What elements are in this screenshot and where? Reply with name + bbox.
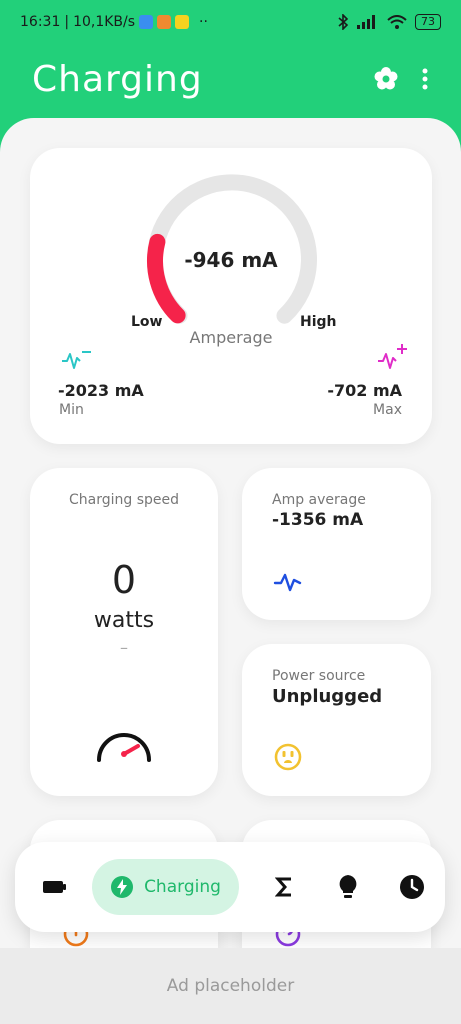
sigma-icon [274,877,291,897]
battery-icon [42,881,66,893]
min-amperage-value: -2023 mA [58,381,144,400]
more-options-icon[interactable] [421,67,429,91]
ad-placeholder[interactable]: Ad placeholder [0,948,461,1024]
power-outlet-icon [274,743,302,771]
nav-history[interactable] [398,874,427,900]
charging-speed-value: 0 [111,558,137,602]
pulse-icon [273,573,302,592]
min-label: Min [59,402,84,418]
speedometer-icon [97,733,151,762]
network-speed: 10,1KB/s [73,14,136,30]
app-bar: Charging [0,44,461,114]
charging-bolt-icon [111,876,134,898]
nav-battery[interactable] [33,879,76,895]
charging-speed-title: Charging speed [68,492,180,508]
charging-speed-unit: watts [93,608,155,633]
settings-flower-icon[interactable] [373,66,399,92]
status-time: 16:31 [20,14,61,30]
snapchat-app-icon [175,15,190,29]
bluetooth-icon [338,14,349,30]
power-source-value: Unplugged [272,686,383,707]
nav-charging-label: Charging [144,877,221,897]
charging-speed-card[interactable]: Charging speed 0 watts – [30,468,218,796]
bulb-icon [339,875,357,898]
max-label: Max [373,402,402,418]
clock-icon [400,875,425,899]
amperage-gauge-card: -946 mA Low High Amperage -2023 mA Min -… [30,148,432,444]
status-overflow: ·· [199,14,208,30]
notification-app-icon [157,15,172,29]
wifi-icon [387,15,407,29]
power-source-card[interactable]: Power source Unplugged [242,644,431,796]
ad-label: Ad placeholder [166,976,295,996]
status-separator: | [64,14,70,30]
nav-charging[interactable]: Charging [92,859,239,915]
battery-indicator: 73 [415,14,441,30]
max-trend-icon [378,344,407,369]
charging-speed-sub: – [120,638,128,657]
min-trend-icon [62,351,91,369]
gauge-value: -946 mA [184,248,278,272]
nav-statistics[interactable] [269,876,298,898]
amp-average-card[interactable]: Amp average -1356 mA [242,468,431,620]
signal-icon [357,15,375,29]
power-source-title: Power source [272,668,366,684]
bottom-navigation: Charging [15,842,445,932]
amp-average-value: -1356 mA [272,510,364,530]
gauge-caption: Amperage [189,328,273,347]
amp-average-title: Amp average [272,492,366,508]
max-amperage-value: -702 mA [327,381,402,400]
status-bar: 16:31 | 10,1KB/s ·· 73 [0,0,461,44]
page-title: Charging [32,58,203,100]
nav-tips[interactable] [333,874,362,900]
twitter-app-icon [139,15,154,29]
